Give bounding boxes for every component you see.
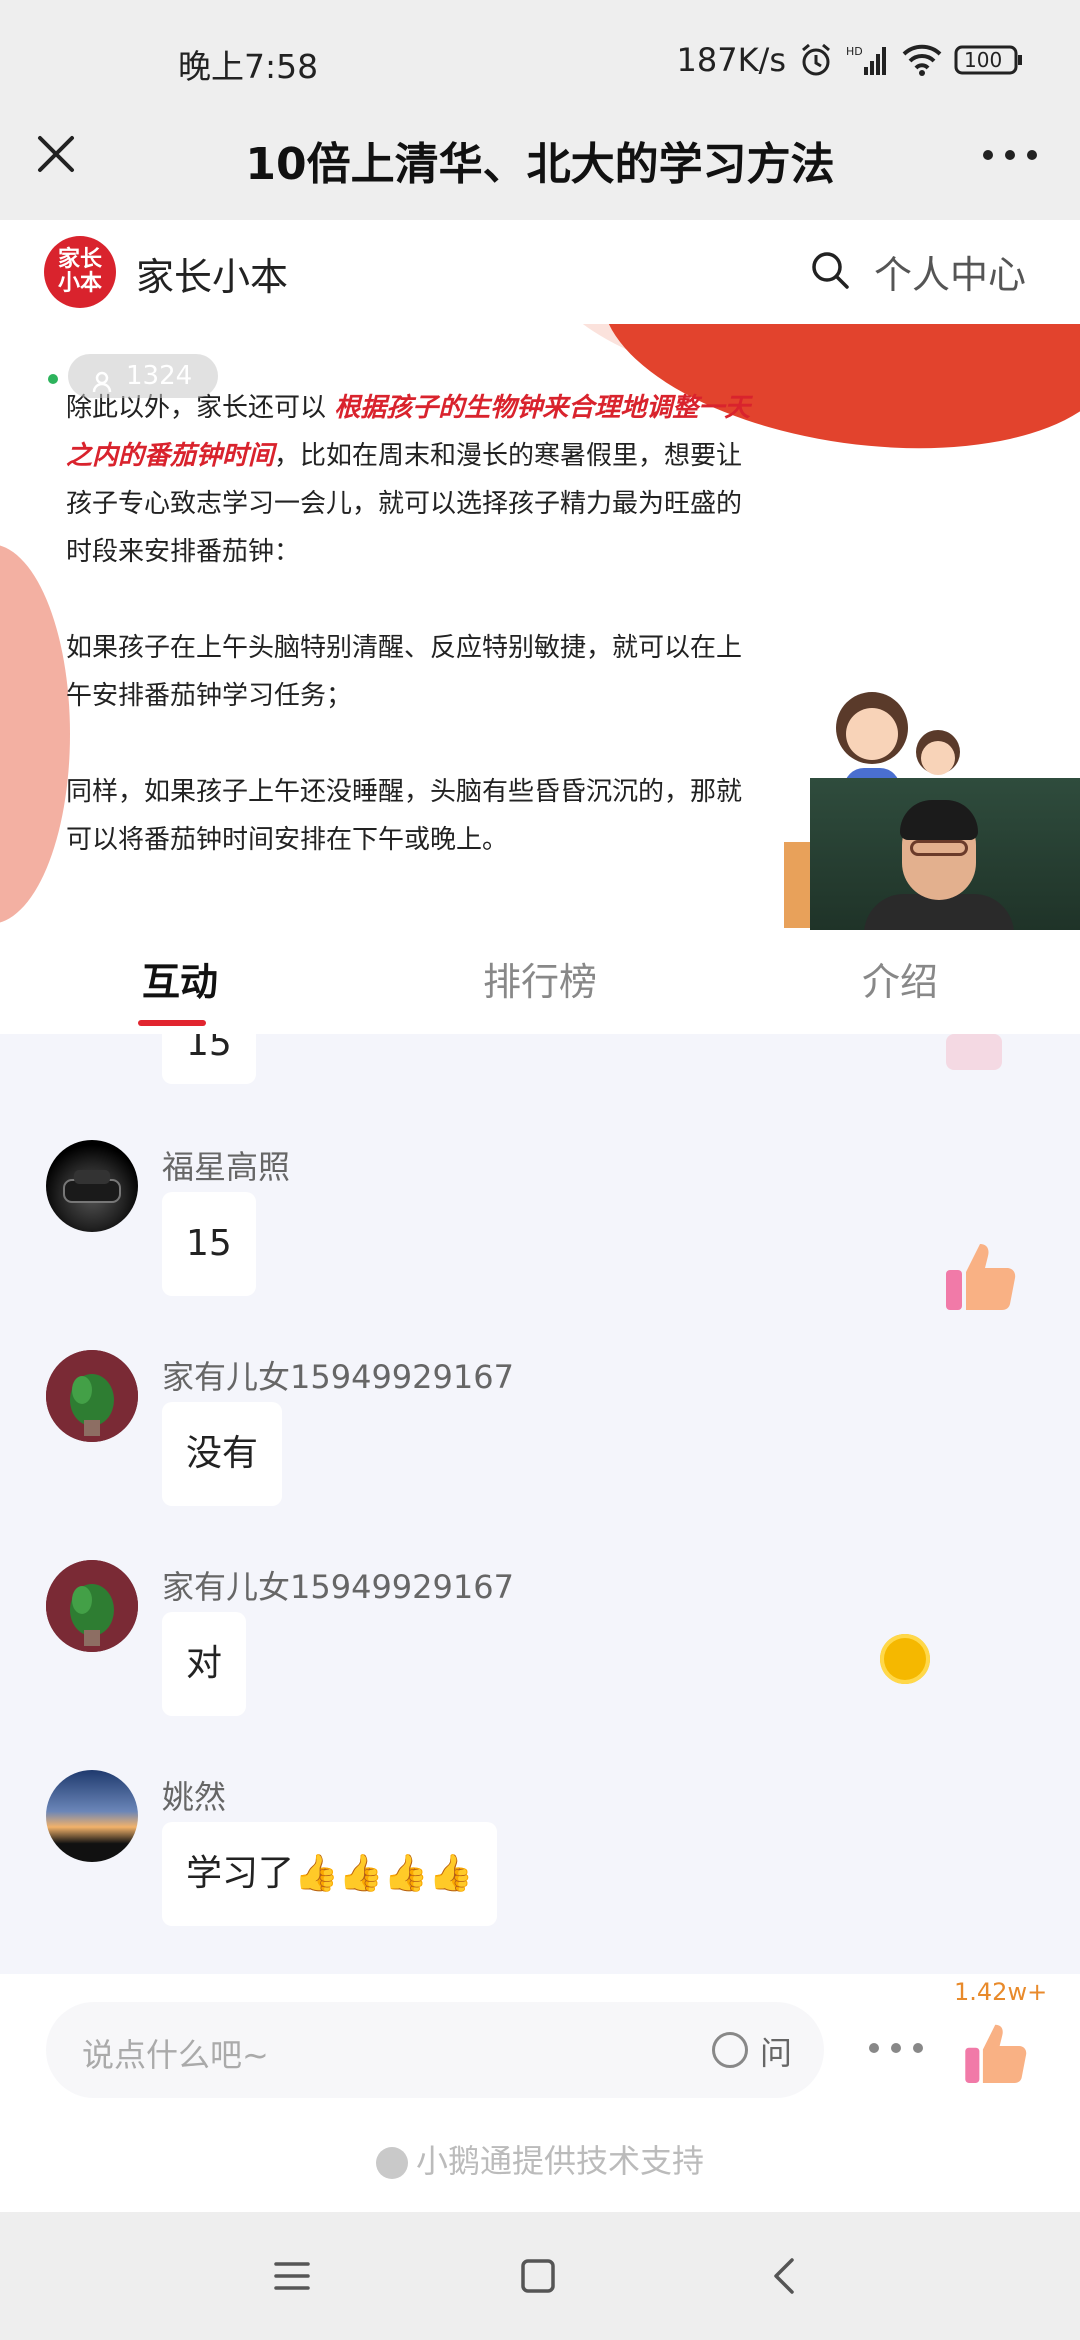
svg-text:HD: HD	[846, 45, 863, 58]
people-icon	[92, 364, 116, 393]
message-bubble: 对	[162, 1612, 247, 1716]
message-bubble: 学习了👍👍👍👍	[162, 1822, 498, 1926]
tab-bar: 互动 排行榜 介绍	[0, 930, 1080, 1034]
live-slide[interactable]: 除此以外，家长还可以 根据孩子的生物钟来合理地调整一天之内的番茄钟时间，比如在周…	[0, 324, 1080, 930]
brand-name[interactable]: 家长小本	[136, 246, 288, 301]
xiaoetong-icon	[375, 2147, 408, 2179]
search-icon[interactable]	[810, 250, 850, 290]
powered-by: 小鹅通提供技术支持	[0, 2136, 1080, 2182]
signal-icon: HD	[846, 43, 890, 77]
personal-center-link[interactable]: 个人中心	[874, 244, 1026, 299]
message-nickname: 家有儿女15949929167	[162, 1568, 514, 1606]
tab-ranking[interactable]: 排行榜	[360, 930, 720, 1034]
home-icon[interactable]	[518, 2256, 558, 2296]
message-bubble: 15	[162, 1034, 256, 1084]
active-tab-indicator	[138, 1020, 206, 1026]
ask-toggle[interactable]	[712, 2032, 748, 2068]
teacher-camera[interactable]	[810, 778, 1080, 930]
tab-interaction[interactable]: 互动	[0, 930, 360, 1034]
tab-introduction[interactable]: 介绍	[720, 930, 1080, 1034]
slide-paragraph-1: 除此以外，家长还可以 根据孩子的生物钟来合理地调整一天之内的番茄钟时间，比如在周…	[66, 393, 751, 567]
battery-level: 100	[964, 48, 1003, 72]
avatar[interactable]	[46, 1140, 138, 1232]
floating-like-icon	[940, 1034, 1010, 1074]
viewer-count: 1324	[126, 361, 193, 391]
slide-paragraph-3: 同样，如果孩子上午还没睡醒，头脑有些昏昏沉沉的，那就可以将番茄钟时间安排在下午或…	[66, 777, 743, 855]
message-nickname: 姚然	[162, 1778, 227, 1816]
avatar[interactable]	[46, 1350, 138, 1442]
system-nav-bar	[0, 2212, 1080, 2340]
message-nickname: 家有儿女15949929167	[162, 1358, 514, 1396]
message-nickname: 福星高照	[162, 1148, 291, 1186]
ask-label[interactable]: 问	[760, 2028, 792, 2074]
brand-bar: 家长小本 家长小本 个人中心	[0, 220, 1080, 324]
slide-decoration	[0, 544, 70, 924]
menu-icon[interactable]	[272, 2256, 312, 2296]
more-icon[interactable]	[980, 140, 1040, 170]
comment-input[interactable]: 说点什么吧~ 问	[46, 2002, 824, 2098]
message-bubble: 15	[162, 1192, 256, 1296]
viewer-count-badge: 1324	[68, 354, 219, 398]
chat-list[interactable]: 15 福星高照 15 家有儿女15949929167 没有 家有儿女159499…	[0, 1034, 1080, 1974]
status-time: 晚上7:58	[178, 47, 319, 86]
more-icon[interactable]	[866, 2038, 926, 2058]
battery-icon: 100	[954, 45, 1024, 75]
comment-placeholder: 说点什么吧~	[82, 2036, 269, 2074]
message-bubble: 没有	[162, 1402, 283, 1506]
like-count: 1.42w+	[954, 1978, 1048, 2006]
slide-text: 除此以外，家长还可以 根据孩子的生物钟来合理地调整一天之内的番茄钟时间，比如在周…	[66, 384, 756, 912]
network-speed: 187K/s	[676, 41, 786, 79]
comment-input-bar: 说点什么吧~ 问 1.42w+ 小鹅通提供技术支持	[0, 1974, 1080, 2212]
back-icon[interactable]	[766, 2256, 806, 2296]
coin-icon	[880, 1634, 930, 1684]
alarm-icon	[798, 42, 834, 78]
status-indicators: 187K/s HD 100	[676, 38, 1024, 82]
avatar[interactable]	[46, 1770, 138, 1862]
brand-logo[interactable]: 家长小本	[44, 236, 116, 308]
slide-paragraph-2: 如果孩子在上午头脑特别清醒、反应特别敏捷，就可以在上午安排番茄钟学习任务；	[66, 633, 743, 711]
page-title: 10倍上清华、北大的学习方法	[245, 139, 835, 190]
wifi-icon	[902, 44, 942, 76]
thumbs-up-icon[interactable]	[960, 2016, 1034, 2090]
live-indicator	[48, 374, 58, 384]
title-bar: 10倍上清华、北大的学习方法	[0, 100, 1080, 220]
floating-like-icon	[940, 1234, 1024, 1318]
avatar[interactable]	[46, 1560, 138, 1652]
